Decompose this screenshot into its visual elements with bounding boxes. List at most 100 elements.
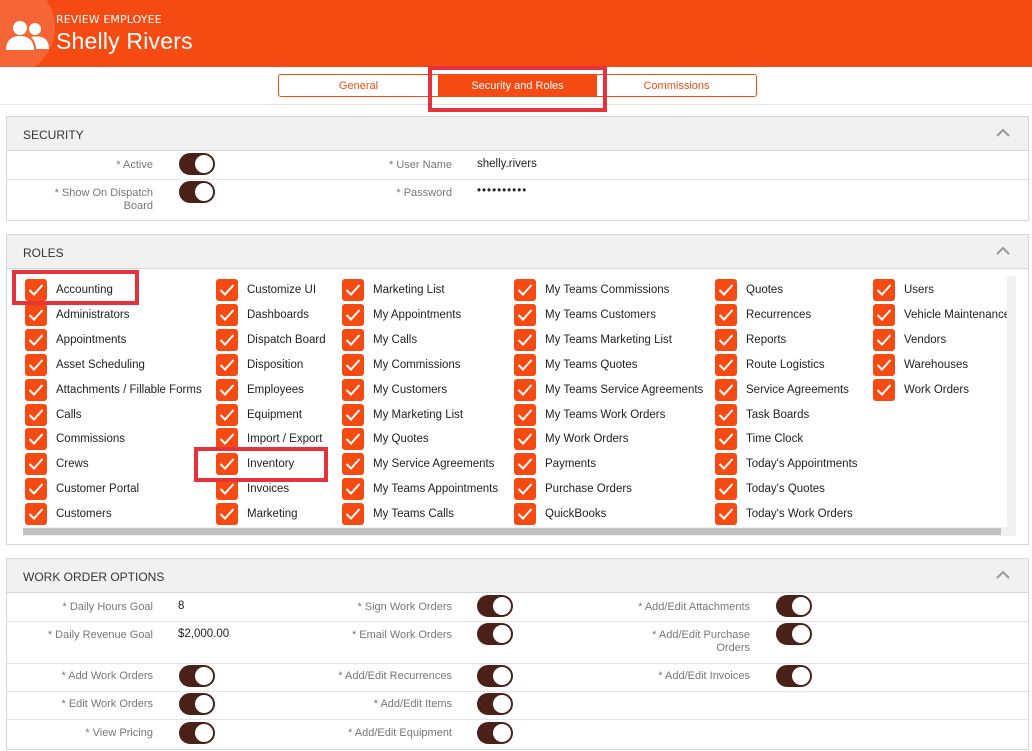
- role-my-teams-customers[interactable]: My Teams Customers: [514, 304, 656, 326]
- checkbox-checked-icon[interactable]: [514, 478, 536, 500]
- role-quotes[interactable]: Quotes: [715, 279, 783, 301]
- checkbox-checked-icon[interactable]: [216, 304, 238, 326]
- role-reports[interactable]: Reports: [715, 329, 786, 351]
- daily-hours-goal-field[interactable]: 8: [178, 600, 184, 612]
- role-my-work-orders[interactable]: My Work Orders: [514, 428, 629, 450]
- checkbox-checked-icon[interactable]: [25, 304, 47, 326]
- checkbox-checked-icon[interactable]: [715, 279, 737, 301]
- checkbox-checked-icon[interactable]: [25, 379, 47, 401]
- checkbox-checked-icon[interactable]: [216, 503, 238, 525]
- checkbox-checked-icon[interactable]: [715, 478, 737, 500]
- role-administrators[interactable]: Administrators: [25, 304, 130, 326]
- show-on-dispatch-toggle[interactable]: [179, 181, 215, 203]
- role-vendors[interactable]: Vendors: [873, 329, 946, 351]
- checkbox-checked-icon[interactable]: [873, 354, 895, 376]
- role-route-logistics[interactable]: Route Logistics: [715, 354, 825, 376]
- role-dashboards[interactable]: Dashboards: [216, 304, 309, 326]
- checkbox-checked-icon[interactable]: [514, 428, 536, 450]
- role-my-teams-commissions[interactable]: My Teams Commissions: [514, 279, 669, 301]
- role-employees[interactable]: Employees: [216, 379, 304, 401]
- checkbox-checked-icon[interactable]: [25, 428, 47, 450]
- checkbox-checked-icon[interactable]: [25, 329, 47, 351]
- role-today-s-quotes[interactable]: Today's Quotes: [715, 478, 825, 500]
- checkbox-checked-icon[interactable]: [216, 279, 238, 301]
- checkbox-checked-icon[interactable]: [25, 354, 47, 376]
- checkbox-checked-icon[interactable]: [25, 453, 47, 475]
- role-my-quotes[interactable]: My Quotes: [342, 428, 429, 450]
- role-work-orders[interactable]: Work Orders: [873, 379, 969, 401]
- roles-vertical-scrollbar[interactable]: [1007, 276, 1016, 527]
- role-dispatch-board[interactable]: Dispatch Board: [216, 329, 326, 351]
- security-panel-header[interactable]: SECURITY: [7, 117, 1028, 151]
- checkbox-checked-icon[interactable]: [25, 404, 47, 426]
- checkbox-checked-icon[interactable]: [342, 453, 364, 475]
- role-quickbooks[interactable]: QuickBooks: [514, 503, 606, 525]
- add-edit-invoices-toggle[interactable]: [776, 665, 812, 687]
- sign-work-orders-toggle[interactable]: [477, 595, 513, 617]
- role-customers[interactable]: Customers: [25, 503, 112, 525]
- checkbox-checked-icon[interactable]: [514, 279, 536, 301]
- tab-commissions[interactable]: Commissions: [597, 75, 756, 96]
- checkbox-checked-icon[interactable]: [342, 478, 364, 500]
- checkbox-checked-icon[interactable]: [514, 453, 536, 475]
- checkbox-checked-icon[interactable]: [514, 329, 536, 351]
- checkbox-checked-icon[interactable]: [216, 404, 238, 426]
- role-crews[interactable]: Crews: [25, 453, 89, 475]
- checkbox-checked-icon[interactable]: [715, 304, 737, 326]
- role-marketing-list[interactable]: Marketing List: [342, 279, 445, 301]
- tab-general[interactable]: General: [279, 75, 438, 96]
- role-asset-scheduling[interactable]: Asset Scheduling: [25, 354, 145, 376]
- checkbox-checked-icon[interactable]: [216, 329, 238, 351]
- checkbox-checked-icon[interactable]: [873, 379, 895, 401]
- roles-horizontal-scrollbar[interactable]: [23, 527, 1016, 536]
- role-customize-ui[interactable]: Customize UI: [216, 279, 316, 301]
- add-edit-equipment-toggle[interactable]: [477, 722, 513, 744]
- checkbox-checked-icon[interactable]: [342, 279, 364, 301]
- role-my-calls[interactable]: My Calls: [342, 329, 417, 351]
- roles-panel-header[interactable]: ROLES: [7, 235, 1028, 269]
- role-payments[interactable]: Payments: [514, 453, 596, 475]
- role-task-boards[interactable]: Task Boards: [715, 404, 809, 426]
- role-my-customers[interactable]: My Customers: [342, 379, 447, 401]
- checkbox-checked-icon[interactable]: [715, 379, 737, 401]
- email-work-orders-toggle[interactable]: [477, 623, 513, 645]
- checkbox-checked-icon[interactable]: [216, 354, 238, 376]
- add-edit-items-toggle[interactable]: [477, 693, 513, 715]
- checkbox-checked-icon[interactable]: [873, 304, 895, 326]
- role-marketing[interactable]: Marketing: [216, 503, 298, 525]
- checkbox-checked-icon[interactable]: [216, 379, 238, 401]
- checkbox-checked-icon[interactable]: [25, 478, 47, 500]
- add-edit-recurrences-toggle[interactable]: [477, 665, 513, 687]
- work-order-options-header[interactable]: WORK ORDER OPTIONS: [7, 559, 1028, 593]
- edit-work-orders-toggle[interactable]: [179, 693, 215, 715]
- chevron-up-icon[interactable]: [996, 246, 1010, 256]
- role-purchase-orders[interactable]: Purchase Orders: [514, 478, 632, 500]
- role-my-commissions[interactable]: My Commissions: [342, 354, 461, 376]
- add-edit-purchase-orders-toggle[interactable]: [776, 623, 812, 645]
- role-my-teams-service-agreements[interactable]: My Teams Service Agreements: [514, 379, 703, 401]
- role-service-agreements[interactable]: Service Agreements: [715, 379, 849, 401]
- checkbox-checked-icon[interactable]: [715, 503, 737, 525]
- role-users[interactable]: Users: [873, 279, 934, 301]
- checkbox-checked-icon[interactable]: [342, 329, 364, 351]
- role-vehicle-maintenance[interactable]: Vehicle Maintenance: [873, 304, 1010, 326]
- role-attachments-fillable-forms[interactable]: Attachments / Fillable Forms: [25, 379, 202, 401]
- checkbox-checked-icon[interactable]: [514, 503, 536, 525]
- role-my-teams-calls[interactable]: My Teams Calls: [342, 503, 454, 525]
- role-today-s-work-orders[interactable]: Today's Work Orders: [715, 503, 853, 525]
- role-disposition[interactable]: Disposition: [216, 354, 303, 376]
- checkbox-checked-icon[interactable]: [514, 354, 536, 376]
- role-time-clock[interactable]: Time Clock: [715, 428, 803, 450]
- role-my-teams-appointments[interactable]: My Teams Appointments: [342, 478, 498, 500]
- checkbox-checked-icon[interactable]: [715, 428, 737, 450]
- daily-revenue-goal-field[interactable]: $2,000.00: [178, 628, 229, 640]
- role-my-marketing-list[interactable]: My Marketing List: [342, 404, 463, 426]
- checkbox-checked-icon[interactable]: [514, 304, 536, 326]
- view-pricing-toggle[interactable]: [179, 722, 215, 744]
- role-my-teams-work-orders[interactable]: My Teams Work Orders: [514, 404, 665, 426]
- role-commissions[interactable]: Commissions: [25, 428, 125, 450]
- checkbox-checked-icon[interactable]: [514, 379, 536, 401]
- checkbox-checked-icon[interactable]: [342, 404, 364, 426]
- role-customer-portal[interactable]: Customer Portal: [25, 478, 139, 500]
- chevron-up-icon[interactable]: [996, 570, 1010, 580]
